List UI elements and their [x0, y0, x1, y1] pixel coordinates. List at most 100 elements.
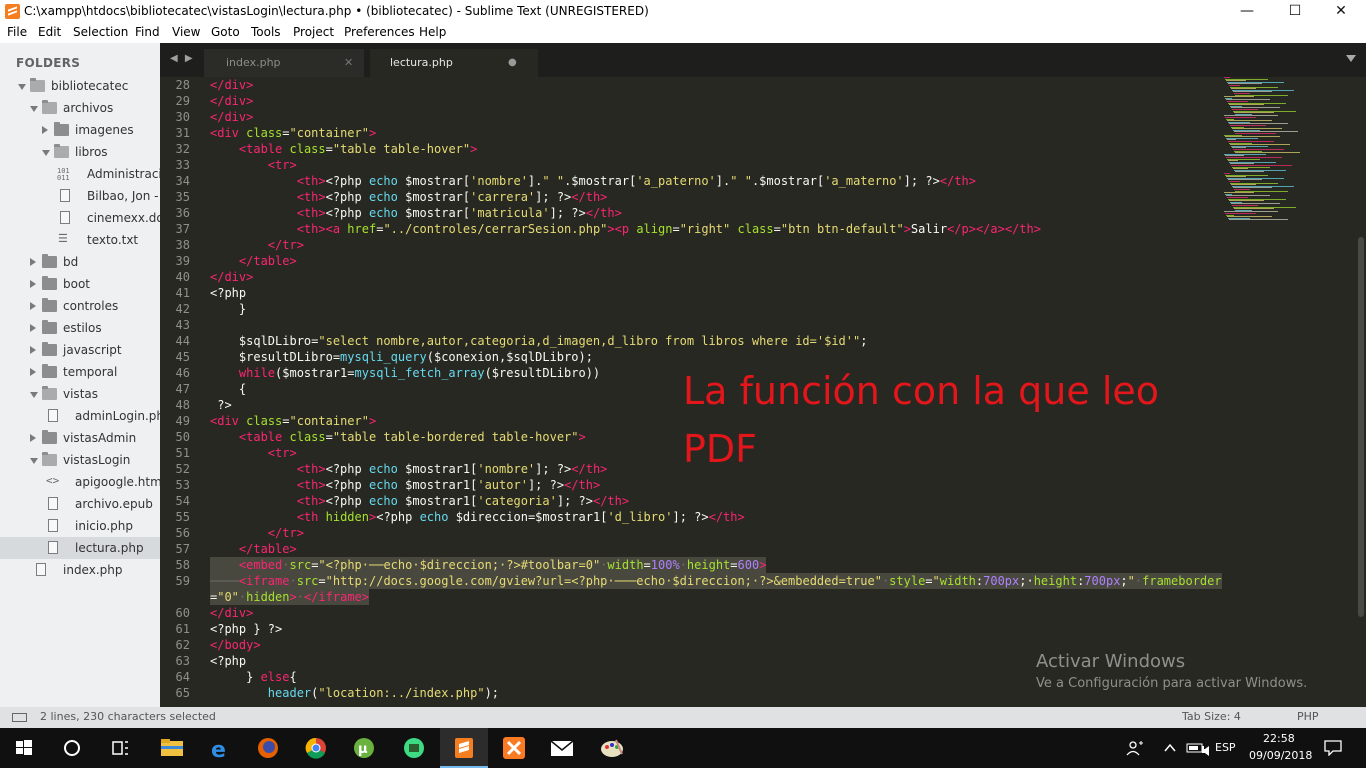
- chevron-down-icon[interactable]: [30, 106, 38, 112]
- menu-project[interactable]: Project: [293, 25, 334, 39]
- line-number: 44: [175, 334, 190, 348]
- code-text: <table class="table table-hover">: [238, 142, 478, 156]
- menu-goto[interactable]: Goto: [211, 25, 240, 39]
- paint-icon[interactable]: [588, 728, 636, 768]
- menu-help[interactable]: Help: [419, 25, 446, 39]
- menu-find[interactable]: Find: [135, 25, 160, 39]
- menu-view[interactable]: View: [172, 25, 200, 39]
- sidebar-item-bd[interactable]: bd: [0, 251, 160, 273]
- unsaved-dot-icon[interactable]: ●: [508, 57, 517, 68]
- menu-edit[interactable]: Edit: [38, 25, 61, 39]
- android-studio-icon[interactable]: [390, 728, 438, 768]
- sidebar-item-bibliotecatec[interactable]: bibliotecatec: [0, 75, 160, 97]
- speaker-icon[interactable]: [1201, 742, 1215, 761]
- chevron-right-icon[interactable]: [30, 324, 36, 332]
- code-text: while($mostrar1=mysqli_fetch_array($resu…: [238, 366, 601, 380]
- minimap[interactable]: [1220, 77, 1366, 707]
- menu-file[interactable]: File: [7, 25, 27, 39]
- sidebar-item-temporal[interactable]: temporal: [0, 361, 160, 383]
- sidebar-item-vistaslogin[interactable]: vistasLogin: [0, 449, 160, 471]
- tab-dropdown-icon[interactable]: [1346, 55, 1356, 62]
- tab-navigation-arrows[interactable]: ◀ ▶: [170, 53, 195, 64]
- menu-bar: File Edit Selection Find View Goto Tools…: [0, 23, 1366, 43]
- code-line: 36 <th><?php echo $mostrar['matricula'];…: [160, 205, 1220, 221]
- chevron-right-icon[interactable]: [42, 126, 48, 134]
- chevron-down-icon[interactable]: [18, 84, 26, 90]
- code-line: 61 <?php } ?>: [160, 621, 1220, 637]
- sidebar-item-index-php[interactable]: index.php: [0, 559, 160, 581]
- mail-icon[interactable]: [538, 728, 586, 768]
- sidebar-item-inicio-php[interactable]: inicio.php: [0, 515, 160, 537]
- line-number: 53: [175, 478, 190, 492]
- sidebar-item-vistas[interactable]: vistas: [0, 383, 160, 405]
- sidebar-item-lectura-php[interactable]: lectura.php: [0, 537, 160, 559]
- xampp-icon[interactable]: [490, 728, 538, 768]
- chevron-right-icon[interactable]: [30, 434, 36, 442]
- vertical-scrollbar[interactable]: [1358, 237, 1364, 617]
- code-text: header("location:../index.php");: [267, 686, 500, 700]
- menu-selection[interactable]: Selection: [73, 25, 128, 39]
- code-line: 55 <th hidden><?php echo $direccion=$mos…: [160, 509, 1220, 525]
- tab-size-indicator[interactable]: Tab Size: 4: [1182, 710, 1241, 723]
- firefox-icon[interactable]: [244, 728, 292, 768]
- sidebar-item-administracin[interactable]: 101011 Administracin: [0, 163, 160, 185]
- code-text: {: [210, 382, 247, 396]
- chevron-down-icon[interactable]: [30, 392, 38, 398]
- chevron-right-icon[interactable]: [30, 346, 36, 354]
- chevron-down-icon[interactable]: [42, 150, 50, 156]
- sidebar-item-estilos[interactable]: estilos: [0, 317, 160, 339]
- sidebar-item-label: controles: [63, 299, 119, 313]
- sidebar-item-bilbao-jon-e[interactable]: Bilbao, Jon - E: [0, 185, 160, 207]
- menu-preferences[interactable]: Preferences: [344, 25, 415, 39]
- line-number: 49: [175, 414, 190, 428]
- task-view-icon[interactable]: [96, 728, 144, 768]
- chrome-icon[interactable]: [292, 728, 340, 768]
- line-number: 63: [175, 654, 190, 668]
- edge-icon[interactable]: e: [196, 728, 244, 768]
- clock-date[interactable]: 09/09/2018: [1249, 749, 1312, 762]
- sublime-text-taskbar-icon[interactable]: [440, 728, 488, 768]
- sidebar-item-boot[interactable]: boot: [0, 273, 160, 295]
- sidebar-item-archivos[interactable]: archivos: [0, 97, 160, 119]
- syntax-indicator[interactable]: PHP: [1297, 710, 1319, 723]
- clock-time[interactable]: 22:58: [1263, 732, 1295, 745]
- window-title: C:\xampp\htdocs\bibliotecatec\vistasLogi…: [24, 4, 649, 18]
- chevron-right-icon[interactable]: [30, 258, 36, 266]
- sidebar-item-controles[interactable]: controles: [0, 295, 160, 317]
- input-language[interactable]: ESP: [1215, 741, 1236, 754]
- menu-tools[interactable]: Tools: [251, 25, 281, 39]
- code-text: <th><?php echo $mostrar1['categoria']; ?…: [296, 494, 630, 508]
- code-line: 44 $sqlDLibro="select nombre,autor,categ…: [160, 333, 1220, 349]
- chevron-right-icon[interactable]: [30, 368, 36, 376]
- minimize-button[interactable]: —: [1224, 0, 1270, 23]
- sidebar-item-label: estilos: [63, 321, 102, 335]
- chevron-right-icon[interactable]: [30, 280, 36, 288]
- cortana-icon[interactable]: [48, 728, 96, 768]
- sidebar-item-vistasadmin[interactable]: vistasAdmin: [0, 427, 160, 449]
- notifications-icon[interactable]: [1324, 740, 1342, 760]
- tab-lectura-php[interactable]: lectura.php ●: [370, 49, 538, 77]
- chevron-up-icon[interactable]: [1163, 740, 1177, 759]
- close-icon[interactable]: ✕: [344, 56, 353, 69]
- maximize-button[interactable]: ☐: [1272, 0, 1318, 23]
- sidebar-item-libros[interactable]: libros: [0, 141, 160, 163]
- sidebar-item-archivo-epub[interactable]: archivo.epub: [0, 493, 160, 515]
- file-explorer-icon[interactable]: [148, 728, 196, 768]
- sidebar-item-imagenes[interactable]: imagenes: [0, 119, 160, 141]
- sidebar-item-adminlogin-php[interactable]: adminLogin.php: [0, 405, 160, 427]
- sidebar-item-apigoogle-html[interactable]: <> apigoogle.html: [0, 471, 160, 493]
- panel-toggle-icon[interactable]: [12, 713, 27, 722]
- tab-index-php[interactable]: index.php ✕: [204, 49, 364, 77]
- utorrent-icon[interactable]: µ: [340, 728, 388, 768]
- sidebar-item-texto-txt[interactable]: ☰ texto.txt: [0, 229, 160, 251]
- people-icon[interactable]: [1126, 740, 1144, 760]
- chevron-down-icon[interactable]: [30, 458, 38, 464]
- close-button[interactable]: ✕: [1318, 0, 1364, 23]
- windows-start-icon[interactable]: [0, 728, 48, 768]
- code-line: 37 <th><a href="../controles/cerrarSesio…: [160, 221, 1220, 237]
- chevron-right-icon[interactable]: [30, 302, 36, 310]
- line-number: 55: [175, 510, 190, 524]
- sidebar-item-cinemexx-docx[interactable]: cinemexx.docx: [0, 207, 160, 229]
- sidebar-item-javascript[interactable]: javascript: [0, 339, 160, 361]
- code-text: </div>: [210, 270, 254, 284]
